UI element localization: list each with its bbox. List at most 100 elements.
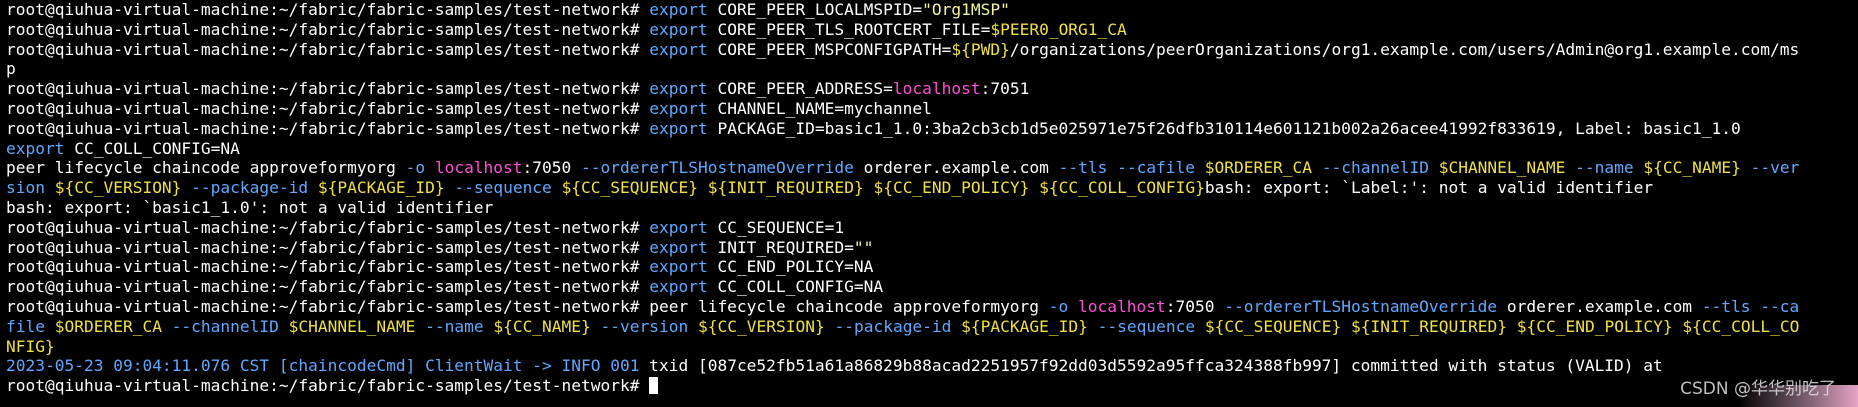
terminal-text-var: ${CC_END_POLICY} [1516,316,1673,336]
terminal-text-default: INIT_REQUIRED= [707,237,854,257]
terminal-text-cmd: --version [600,316,689,336]
terminal-text-default [1507,317,1517,336]
terminal-text-var: ${CC_END_POLICY} [873,178,1030,198]
terminal-window[interactable]: root@qiuhua-virtual-machine:~/fabric/fab… [0,0,1858,407]
terminal-line: root@qiuhua-virtual-machine:~/fabric/fab… [6,20,1799,40]
terminal-text-default: peer lifecycle chaincode approveformyorg [649,296,1049,316]
terminal-text-cmd: --channelID [1321,158,1429,178]
terminal-text-cmd: --tls [1058,158,1108,178]
terminal-text-default [1341,317,1351,336]
terminal-text-default: CORE_PEER_LOCALMSPID= [707,0,923,19]
terminal-text-default: root@qiuhua-virtual-machine:~/fabric/fab… [6,98,650,118]
terminal-text-cmd: export [649,98,708,118]
terminal-text-default: root@qiuhua-virtual-machine:~/fabric/fab… [6,0,650,19]
terminal-text-cmd: --ver [1750,158,1800,178]
terminal-text-cmd: --name [1575,158,1634,178]
terminal-text-cmd: export [649,39,708,59]
terminal-text-default: bash: export: `basic1_1.0': not a valid … [6,197,494,217]
terminal-text-var: $ORDERER_CA [1204,158,1312,178]
terminal-text-default: root@qiuhua-virtual-machine:~/fabric/fab… [6,237,650,257]
terminal-text-var: ${INIT_REQUIRED} [707,178,864,198]
terminal-text-default: :7050 [1165,296,1225,316]
terminal-text-cmd: --name [425,316,484,336]
terminal-text-cmd: export [649,79,708,99]
terminal-text-host: localhost [1078,296,1166,316]
terminal-line: root@qiuhua-virtual-machine:~/fabric/fab… [6,99,1799,119]
terminal-text-string: "Org1MSP" [922,0,1010,19]
terminal-text-default [425,158,435,177]
terminal-text-string: "" [853,237,874,257]
terminal-text-var: ${CC_COLL_CO [1682,316,1800,336]
terminal-line: 2023-05-23 09:04:11.076 CST [chaincodeCm… [6,356,1799,376]
terminal-text-default [1741,158,1751,177]
terminal-text-default [1751,297,1761,316]
terminal-text-cmd: -o [1048,296,1069,316]
terminal-text-cmd: export [649,217,708,237]
terminal-text-default: :7050 [522,158,582,178]
terminal-text-default [591,317,601,336]
terminal-text-var: ${CC_COLL_CONFIG} [1039,178,1205,198]
terminal-text-default [484,317,494,336]
terminal-line: NFIG} [6,337,1799,357]
terminal-line: sion ${CC_VERSION} --package-id ${PACKAG… [6,178,1799,198]
terminal-text-cmd: export [649,118,708,138]
terminal-text-default: /organizations/peerOrganizations/org1.ex… [1009,39,1800,59]
terminal-text-cmd: --package-id [191,178,309,198]
terminal-text-default [162,317,172,336]
terminal-text-default [1195,317,1205,336]
terminal-line: root@qiuhua-virtual-machine:~/fabric/fab… [6,238,1799,258]
terminal-text-default [951,317,961,336]
terminal-text-cmd: export [649,237,708,257]
terminal-text-default [552,178,562,197]
terminal-text-default: bash: export: `Label:': not a valid iden… [1204,178,1654,198]
terminal-text-cmd: 2023-05-23 09:04:11.076 CST [chaincodeCm… [6,356,640,376]
terminal-text-default: root@qiuhua-virtual-machine:~/fabric/fab… [6,376,650,396]
terminal-text-var: ${PWD} [951,39,1010,59]
terminal-text-var: ${CC_VERSION} [698,316,825,336]
terminal-text-default: root@qiuhua-virtual-machine:~/fabric/fab… [6,118,650,138]
terminal-text-cmd: --ca [1760,296,1800,316]
terminal-line: root@qiuhua-virtual-machine:~/fabric/fab… [6,257,1799,277]
terminal-text-default: orderer.example.com [853,158,1059,178]
terminal-text-default [1312,158,1322,177]
terminal-output: root@qiuhua-virtual-machine:~/fabric/fab… [6,0,1799,396]
terminal-text-cmd: export [6,138,65,158]
terminal-text-cmd: --sequence [1097,316,1196,336]
terminal-text-cmd: --package-id [834,316,952,336]
terminal-text-default [1565,158,1575,177]
terminal-text-default: root@qiuhua-virtual-machine:~/fabric/fab… [6,296,650,316]
terminal-text-default [45,178,55,197]
text-cursor[interactable] [649,377,659,395]
terminal-line: p [6,59,1799,79]
terminal-text-default: peer lifecycle chaincode approveformyorg [6,158,406,178]
csdn-watermark: CSDN @华华别吃了 [1680,379,1836,399]
terminal-text-cmd: --ordererTLSHostnameOverride [1224,296,1498,316]
terminal-text-default: :7051 [980,79,1030,99]
terminal-line: root@qiuhua-virtual-machine:~/fabric/fab… [6,119,1799,139]
terminal-line: root@qiuhua-virtual-machine:~/fabric/fab… [6,277,1799,297]
terminal-line: file $ORDERER_CA --channelID $CHANNEL_NA… [6,317,1799,337]
terminal-text-var: NFIG} [6,336,55,356]
terminal-text-var: ${PACKAGE_ID} [317,178,445,198]
terminal-line: root@qiuhua-virtual-machine:~/fabric/fab… [6,376,1799,396]
terminal-line: root@qiuhua-virtual-machine:~/fabric/fab… [6,40,1799,60]
terminal-text-host: localhost [434,158,523,178]
terminal-text-default: CC_COLL_CONFIG=NA [707,277,884,297]
terminal-text-var: ${CC_SEQUENCE} [1204,316,1342,336]
terminal-text-cmd: --channelID [171,316,279,336]
terminal-text-var: ${CC_NAME} [1643,158,1741,178]
terminal-text-default [1068,297,1078,316]
terminal-text-default [1634,158,1644,177]
terminal-text-default: CORE_PEER_MSPCONFIGPATH= [707,39,952,59]
terminal-text-var: ${INIT_REQUIRED} [1351,316,1507,336]
terminal-text-default [1195,158,1205,177]
terminal-text-default [1088,317,1098,336]
terminal-line: bash: export: `basic1_1.0': not a valid … [6,198,1799,218]
terminal-text-cmd: --sequence [454,178,552,198]
terminal-text-var: $PEER0_ORG1_CA [990,19,1127,39]
terminal-text-default: root@qiuhua-virtual-machine:~/fabric/fab… [6,19,650,39]
terminal-line: root@qiuhua-virtual-machine:~/fabric/fab… [6,297,1799,317]
terminal-text-cmd: export [649,277,708,297]
terminal-line: root@qiuhua-virtual-machine:~/fabric/fab… [6,79,1799,99]
terminal-text-default [1429,158,1439,177]
